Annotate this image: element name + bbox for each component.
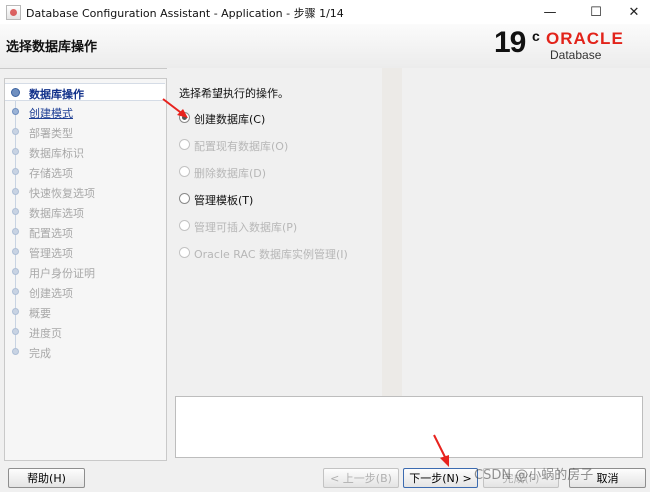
- step-dot-icon: [11, 88, 20, 97]
- nav-step-label: 数据库选项: [29, 207, 84, 220]
- nav-step-label: 创建选项: [29, 287, 73, 300]
- step-dot-icon: [12, 268, 19, 275]
- nav-step-12: 概要: [5, 303, 165, 321]
- page-title: 选择数据库操作: [6, 40, 98, 55]
- nav-step-label: 创建模式: [29, 107, 73, 120]
- nav-step-label: 快速恢复选项: [29, 187, 95, 200]
- nav-step-8: 配置选项: [5, 223, 165, 241]
- oracle-logo: 19 c ORACLE Database: [494, 26, 644, 66]
- annotation-arrow-next: [433, 434, 449, 467]
- nav-step-label: 进度页: [29, 327, 62, 340]
- radio-button: [179, 220, 190, 231]
- step-dot-icon: [12, 188, 19, 195]
- nav-step-4: 数据库标识: [5, 143, 165, 161]
- option-label: 创建数据库(C): [194, 113, 266, 126]
- step-dot-icon: [12, 288, 19, 295]
- nav-step-label: 配置选项: [29, 227, 73, 240]
- step-dot-icon: [12, 128, 19, 135]
- step-dot-icon: [12, 108, 19, 115]
- minimize-button[interactable]: —: [530, 0, 570, 24]
- option-label: 管理可插入数据库(P): [194, 221, 298, 234]
- window-title: Database Configuration Assistant - Appli…: [26, 7, 344, 20]
- app-icon: [6, 5, 21, 20]
- nav-step-label: 管理选项: [29, 247, 73, 260]
- watermark: CSDN @小蜗的房子: [474, 468, 594, 483]
- nav-step-3: 部署类型: [5, 123, 165, 141]
- nav-step-13: 进度页: [5, 323, 165, 341]
- radio-button: [179, 247, 190, 258]
- nav-step-9: 管理选项: [5, 243, 165, 261]
- message-area: [175, 396, 643, 458]
- dbca-window: Database Configuration Assistant - Appli…: [0, 0, 650, 492]
- nav-step-label: 数据库标识: [29, 147, 84, 160]
- option-label: Oracle RAC 数据库实例管理(I): [194, 248, 348, 261]
- step-dot-icon: [12, 148, 19, 155]
- nav-step-6: 快速恢复选项: [5, 183, 165, 201]
- background-band: [382, 68, 402, 398]
- nav-step-label: 存储选项: [29, 167, 73, 180]
- radio-button[interactable]: [179, 193, 190, 204]
- nav-step-label: 概要: [29, 307, 51, 320]
- option-label: 管理模板(T): [194, 194, 254, 207]
- step-dot-icon: [12, 348, 19, 355]
- back-button[interactable]: < 上一步(B): [323, 468, 399, 488]
- next-button[interactable]: 下一步(N) >: [403, 468, 478, 488]
- nav-step-2[interactable]: 创建模式: [5, 103, 165, 121]
- nav-step-1[interactable]: 数据库操作: [5, 83, 165, 101]
- nav-step-label: 数据库操作: [29, 88, 84, 101]
- logo-superscript: c: [532, 28, 540, 44]
- nav-step-5: 存储选项: [5, 163, 165, 181]
- page-header: 选择数据库操作 19 c ORACLE Database: [0, 24, 650, 69]
- step-dot-icon: [12, 208, 19, 215]
- step-dot-icon: [12, 168, 19, 175]
- nav-step-label: 用户身份证明: [29, 267, 95, 280]
- option-label: 配置现有数据库(O): [194, 140, 289, 153]
- title-bar: Database Configuration Assistant - Appli…: [0, 0, 650, 25]
- nav-step-7: 数据库选项: [5, 203, 165, 221]
- nav-step-label: 部署类型: [29, 127, 73, 140]
- step-dot-icon: [12, 328, 19, 335]
- help-button[interactable]: 帮助(H): [8, 468, 85, 488]
- operation-prompt: 选择希望执行的操作。: [179, 87, 289, 100]
- radio-button: [179, 139, 190, 150]
- nav-step-14: 完成: [5, 343, 165, 361]
- option-label: 删除数据库(D): [194, 167, 267, 180]
- step-navigation: 数据库操作创建模式部署类型数据库标识存储选项快速恢复选项 数据库选项配置选项管理选…: [4, 78, 167, 461]
- nav-step-11: 创建选项: [5, 283, 165, 301]
- main-panel: 选择希望执行的操作。 创建数据库(C) 配置现有数据库(O) 删除数据库(D) 管理模…: [167, 68, 650, 463]
- logo-brand: ORACLE: [546, 29, 624, 48]
- step-dot-icon: [12, 248, 19, 255]
- logo-version: 19: [494, 26, 526, 59]
- maximize-button[interactable]: ☐: [576, 0, 616, 24]
- annotation-arrow-option: [162, 98, 188, 118]
- radio-button: [179, 166, 190, 177]
- step-dot-icon: [12, 308, 19, 315]
- nav-step-10: 用户身份证明: [5, 263, 165, 281]
- nav-step-label: 完成: [29, 347, 51, 360]
- close-button[interactable]: ✕: [614, 0, 650, 24]
- step-dot-icon: [12, 228, 19, 235]
- logo-product: Database: [550, 48, 602, 62]
